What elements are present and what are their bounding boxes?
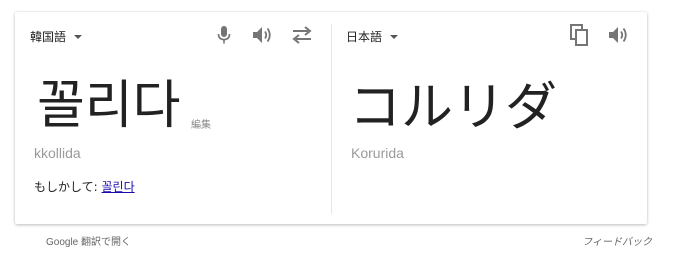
source-transliteration: kkollida	[34, 145, 81, 161]
divider	[331, 24, 332, 214]
source-language-label: 韓国語	[30, 30, 67, 44]
chevron-down-icon	[390, 34, 399, 39]
source-text: 꼴리다	[37, 76, 181, 136]
translated-text: コルリダ	[349, 78, 558, 138]
feedback-link[interactable]: フィードバック	[582, 233, 652, 248]
target-transliteration: Korurida	[351, 145, 404, 161]
speaker-icon[interactable]	[606, 22, 632, 48]
copy-icon[interactable]	[566, 22, 592, 48]
source-language-select[interactable]: 韓国語	[30, 28, 83, 45]
did-you-mean-link[interactable]: 꼴린다	[102, 180, 135, 194]
target-language-select[interactable]: 日本語	[346, 28, 399, 45]
target-language-label: 日本語	[346, 30, 383, 44]
mic-icon[interactable]	[211, 22, 237, 48]
did-you-mean-prefix: もしかして:	[34, 180, 102, 194]
speaker-icon[interactable]	[250, 22, 276, 48]
chevron-down-icon	[74, 34, 83, 39]
swap-icon[interactable]	[289, 22, 315, 48]
translate-card: 韓国語 꼴리다 編集 kkollida もしかして: 꼴린다 日本語 コルリダ …	[15, 12, 647, 224]
open-in-google-translate-link[interactable]: Google 翻訳で開く	[46, 233, 131, 248]
did-you-mean: もしかして: 꼴린다	[34, 178, 135, 195]
edit-link[interactable]: 編集	[191, 116, 211, 131]
